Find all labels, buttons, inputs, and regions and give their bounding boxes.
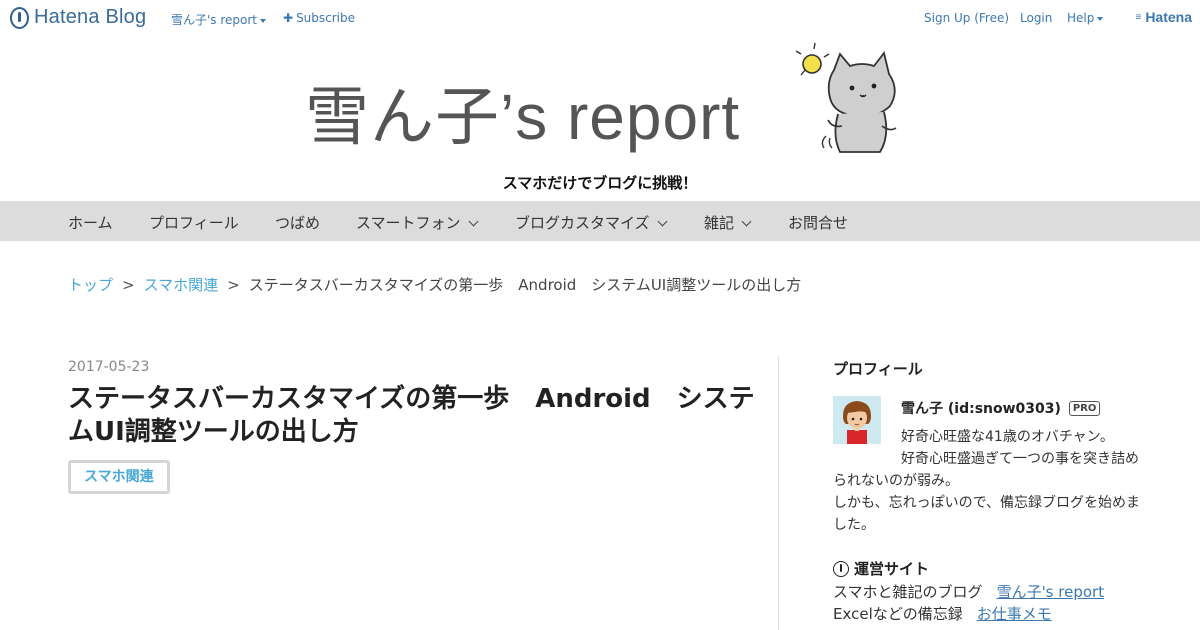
caret-down-icon [1097, 16, 1104, 21]
nav-item-smartphone[interactable]: スマートフォン [356, 212, 479, 233]
plus-icon: ✚ [283, 11, 294, 25]
profile-desc-line: しかも、忘れっぽいので、備忘録ブログを始めました。 [833, 495, 1141, 533]
profile-name-text: 雪ん子 (id:snow0303) [901, 401, 1061, 417]
hatena-drop-icon [10, 6, 29, 29]
nav-item-label: プロフィール [149, 214, 239, 232]
site-link[interactable]: 雪ん子's report [997, 583, 1105, 601]
sites-heading: 運営サイト [833, 558, 929, 579]
sites-heading-label: 運営サイト [854, 560, 930, 578]
breadcrumb-current: ステータスバーカスタマイズの第一歩 Android システムUI調整ツールの出し… [248, 276, 802, 294]
signup-link[interactable]: Sign Up (Free) [924, 11, 1009, 25]
profile-desc-line: 好奇心旺盛過ぎて一つの事を突き詰められないのが弱み。 [833, 451, 1139, 489]
breadcrumb-top-link[interactable]: トップ [68, 276, 113, 294]
hatena-drop-icon [833, 560, 849, 577]
nav-item-contact[interactable]: お問合せ [788, 212, 848, 233]
hatena-blog-logo[interactable]: Hatena Blog [10, 6, 146, 29]
nav-item-tsubame[interactable]: つばめ [275, 212, 320, 233]
hatena-mark-icon: ≡ [1135, 11, 1142, 23]
nav-item-label: ブログカスタマイズ [515, 214, 650, 232]
nav-item-label: ホーム [68, 214, 113, 232]
site-description: スマホと雑記のブログ [833, 583, 983, 601]
blog-tagline: スマホだけでブログに挑戦！ [502, 174, 698, 192]
hatena-blog-logo-text: Hatena Blog [34, 6, 147, 28]
site-row: スマホと雑記のブログ 雪ん子's report [833, 581, 1104, 602]
profile-description: 好奇心旺盛な41歳のオバチャン。 好奇心旺盛過ぎて一つの事を突き詰められないのが… [833, 426, 1143, 536]
nav-item-blog-customize[interactable]: ブログカスタマイズ [515, 212, 668, 233]
caret-down-icon [260, 18, 267, 23]
breadcrumb-separator: > [122, 276, 135, 294]
nav-item-misc[interactable]: 雑記 [704, 212, 752, 233]
profile-name[interactable]: 雪ん子 (id:snow0303) PRO [901, 398, 1101, 418]
cat-mascot-icon [795, 42, 897, 153]
chevron-down-icon [741, 216, 752, 227]
profile-heading: プロフィール [833, 360, 923, 378]
breadcrumb-separator: > [227, 276, 240, 294]
article-title[interactable]: ステータスバーカスタマイズの第一歩 Android システムUI調整ツールの出し… [68, 383, 758, 449]
profile-desc-line: 好奇心旺盛な41歳のオバチャン。 [901, 429, 1114, 445]
blog-menu-dropdown[interactable]: 雪ん子's report [171, 11, 267, 28]
site-row: Excelなどの備忘録 お仕事メモ [833, 603, 1052, 624]
article-category-badge[interactable]: スマホ関連 [68, 460, 170, 494]
hatena-label: Hatena [1145, 9, 1192, 25]
blog-menu-label: 雪ん子's report [171, 13, 258, 27]
nav-item-label: お問合せ [788, 214, 849, 232]
help-dropdown[interactable]: Help [1067, 11, 1104, 25]
subscribe-label: Subscribe [296, 11, 356, 25]
breadcrumb: トップ > スマホ関連 > ステータスバーカスタマイズの第一歩 Android システム… [68, 274, 801, 295]
hatena-link[interactable]: ≡ Hatena [1135, 9, 1192, 25]
chevron-down-icon [468, 216, 479, 227]
subscribe-button[interactable]: ✚ Subscribe [283, 11, 355, 25]
nav-item-profile[interactable]: プロフィール [149, 212, 239, 233]
breadcrumb-category-link[interactable]: スマホ関連 [144, 276, 219, 294]
nav-item-home[interactable]: ホーム [68, 212, 113, 233]
login-link[interactable]: Login [1020, 11, 1052, 25]
chevron-down-icon [657, 216, 668, 227]
hatena-topbar: Hatena Blog 雪ん子's report ✚ Subscribe Sign… [0, 0, 1200, 36]
article-date[interactable]: 2017-05-23 [68, 359, 149, 375]
help-label: Help [1067, 11, 1095, 25]
site-description: Excelなどの備忘録 [833, 605, 963, 623]
pro-badge: PRO [1068, 401, 1101, 416]
blog-title[interactable]: 雪ん子’s report [305, 66, 740, 158]
nav-item-label: スマートフォン [356, 214, 461, 232]
nav-item-label: つばめ [275, 214, 321, 232]
global-nav: ホーム プロフィール つばめ スマートフォン ブログカスタマイズ 雑記 お問合せ [0, 201, 1200, 241]
nav-item-label: 雑記 [704, 214, 735, 232]
column-divider [778, 356, 779, 630]
site-link[interactable]: お仕事メモ [977, 605, 1052, 623]
